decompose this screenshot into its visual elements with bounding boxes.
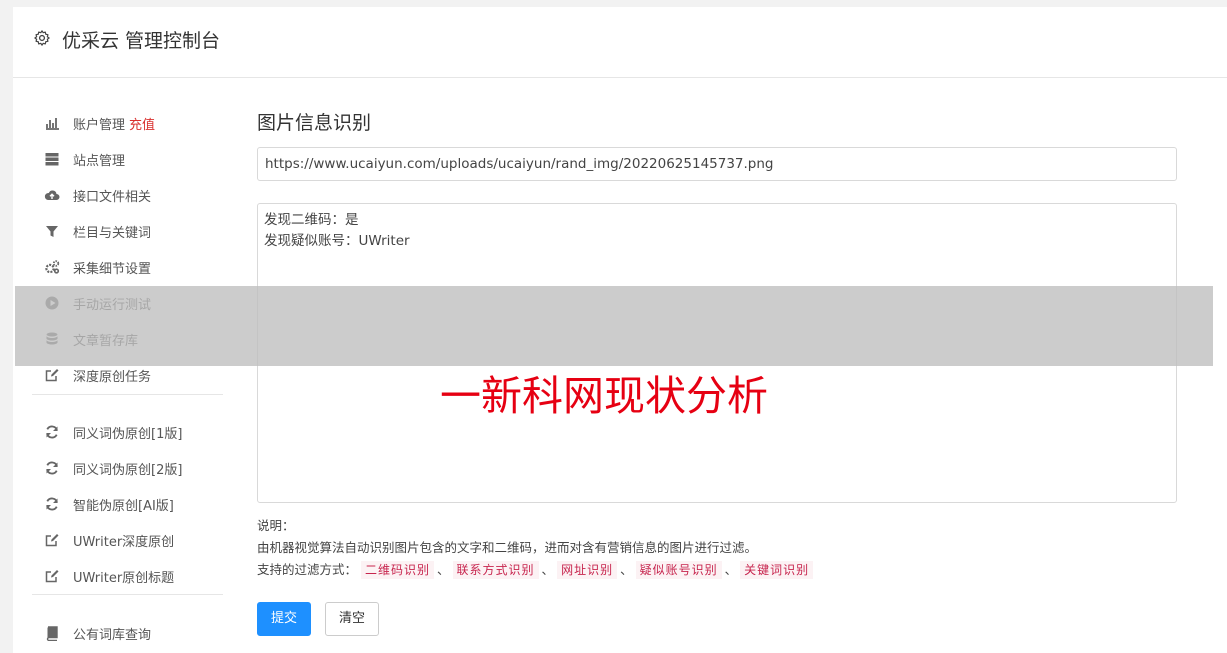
note-heading: 说明： <box>257 518 295 533</box>
sidebar-item-label: 站点管理 <box>73 154 126 169</box>
description-note: 说明： 由机器视觉算法自动识别图片包含的文字和二维码，进而对含有营销信息的图片进… <box>257 515 814 581</box>
server-icon <box>45 153 59 166</box>
sidebar-item[interactable]: 智能伪原创[AI版] <box>32 490 223 518</box>
image-url-input[interactable] <box>257 147 1177 181</box>
sidebar-item[interactable]: 同义词伪原创[1版] <box>32 418 223 446</box>
filter-tag: 网址识别 <box>557 561 618 579</box>
edit-icon <box>45 534 59 547</box>
page-title: 图片信息识别 <box>257 112 372 134</box>
filter-separator: 、 <box>437 562 450 577</box>
sidebar-item-label: UWriter原创标题 <box>73 571 175 586</box>
sidebar-item-label: UWriter深度原创 <box>73 535 175 550</box>
bar-chart-icon <box>46 118 59 130</box>
sidebar-divider <box>32 394 223 395</box>
sidebar-item[interactable]: UWriter原创标题 <box>32 562 223 590</box>
filter-separator: 、 <box>620 562 633 577</box>
sidebar-item[interactable]: 采集细节设置 <box>32 253 223 281</box>
filter-tag: 疑似账号识别 <box>635 561 722 579</box>
cogs-icon <box>45 260 60 274</box>
filter-tag: 二维码识别 <box>361 561 435 579</box>
sidebar-item-label: 同义词伪原创[2版] <box>73 463 183 478</box>
sidebar-item[interactable]: 栏目与关键词 <box>32 217 223 245</box>
refresh-icon <box>46 497 58 511</box>
sidebar-item[interactable]: 站点管理 <box>32 145 223 173</box>
sidebar-divider <box>32 594 223 595</box>
filter-tag: 关键词识别 <box>740 561 814 579</box>
gear-icon <box>34 30 50 46</box>
cloud-upload-icon <box>44 190 60 200</box>
sidebar-item[interactable]: 同义词伪原创[2版] <box>32 454 223 482</box>
sidebar-item-label: 栏目与关键词 <box>73 226 152 241</box>
sidebar-item[interactable]: UWriter深度原创 <box>32 526 223 554</box>
edit-icon <box>45 570 59 583</box>
sidebar-item-label: 深度原创任务 <box>73 370 152 385</box>
sidebar-item-label: 智能伪原创[AI版] <box>73 499 174 514</box>
sidebar-item-label: 采集细节设置 <box>73 262 152 277</box>
header: 优采云 管理控制台 <box>13 7 1227 78</box>
filters-label: 支持的过滤方式： <box>257 562 358 577</box>
watermark-text: 一新科网现状分析 <box>440 372 768 420</box>
recharge-link[interactable]: 充值 <box>129 118 155 133</box>
note-description: 由机器视觉算法自动识别图片包含的文字和二维码，进而对含有营销信息的图片进行过滤。 <box>257 540 758 555</box>
sidebar-item-label: 接口文件相关 <box>73 190 152 205</box>
sidebar-item[interactable]: 接口文件相关 <box>32 181 223 209</box>
result-line: 发现疑似账号：UWriter <box>264 233 410 249</box>
refresh-icon <box>46 425 58 439</box>
submit-button[interactable]: 提交 <box>257 602 311 636</box>
filter-methods: 支持的过滤方式： 二维码识别、联系方式识别、网址识别、疑似账号识别、关键词识别 <box>257 559 814 581</box>
filter-separator: 、 <box>541 562 555 577</box>
sidebar-item-label: 同义词伪原创[1版] <box>73 427 183 442</box>
sidebar-item-label: 公有词库查询 <box>73 628 152 643</box>
filter-tag: 联系方式识别 <box>452 561 539 579</box>
filter-icon <box>46 226 58 237</box>
sidebar-item[interactable]: 公有词库查询 <box>32 619 223 647</box>
book-icon <box>46 626 58 641</box>
edit-icon <box>45 369 59 382</box>
refresh-icon <box>46 461 58 475</box>
result-line: 发现二维码：是 <box>264 212 359 228</box>
clear-button[interactable]: 清空 <box>325 602 379 636</box>
filter-separator: 、 <box>724 562 738 577</box>
sidebar-item-label: 账户管理 充值 <box>73 118 156 133</box>
watermark-band <box>15 286 1213 366</box>
console-title: 优采云 管理控制台 <box>62 30 221 52</box>
sidebar-item[interactable]: 账户管理 充值 <box>32 109 223 137</box>
